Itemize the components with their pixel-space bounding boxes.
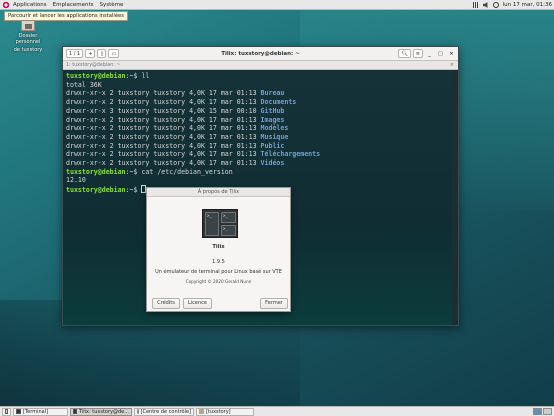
debian-logo-icon[interactable]: [2, 0, 10, 9]
total-line: total 36K: [66, 80, 102, 89]
clock[interactable]: lun 17 mar, 01:36: [503, 2, 552, 8]
menu-systeme[interactable]: Système: [100, 2, 124, 8]
tilix-logo-icon: >_ >_ >_: [202, 209, 238, 238]
prompt-path: :~$: [125, 72, 138, 80]
prompt-path: :~$: [125, 167, 138, 176]
listing-row: drwxr-xr-x 2 tuxstory tuxstory 4,0K 17 m…: [66, 141, 285, 150]
licence-button[interactable]: Licence: [183, 298, 212, 309]
top-panel: Applications Emplacements Système lun 17…: [0, 0, 554, 10]
task-label: [Terminal]: [23, 408, 49, 415]
dir-name: Modèles: [260, 124, 289, 133]
close-icon[interactable]: ×: [447, 49, 456, 58]
dir-name: Public: [260, 141, 285, 150]
gear-icon: [137, 409, 139, 414]
task-tilix[interactable]: Tilix: tuxstory@de...: [70, 407, 132, 416]
tab-close-icon[interactable]: ×: [450, 62, 454, 68]
workspace-1[interactable]: [533, 408, 542, 415]
task-terminal[interactable]: [Terminal]: [13, 407, 68, 416]
home-folder-icon: [21, 20, 35, 31]
credits-button[interactable]: Crédits: [152, 298, 180, 309]
dir-name: Bureau: [260, 89, 285, 98]
dir-name: Documents: [260, 98, 297, 107]
listing-row: drwxr-xr-x 2 tuxstory tuxstory 4,0K 17 m…: [66, 115, 285, 124]
listing-row: drwxr-xr-x 2 tuxstory tuxstory 4,0K 17 m…: [66, 124, 289, 133]
terminal-titlebar[interactable]: 1 / 1 + ▯ ▭ Tilix: tuxstory@debian: ~ 🔍︎…: [63, 47, 458, 61]
prompt-user: tuxstory@debian: [66, 72, 126, 80]
dir-name: Images: [260, 115, 285, 124]
maximize-icon[interactable]: □: [436, 49, 445, 58]
terminal-scrollbar[interactable]: [452, 70, 458, 325]
show-desktop-button[interactable]: [2, 407, 11, 416]
command-1: ll: [137, 72, 150, 80]
command-2-output: 12.10: [66, 176, 86, 185]
listing-row: drwxr-xr-x 3 tuxstory tuxstory 4,0K 15 m…: [66, 106, 285, 115]
listing-row: drwxr-xr-x 2 tuxstory tuxstory 4,0K 17 m…: [66, 132, 289, 141]
about-copyright: Copyright © 2020 Gerald Nunn: [185, 279, 252, 284]
dir-name: Vidéos: [260, 159, 285, 168]
session-switcher-button[interactable]: 1 / 1: [66, 49, 84, 58]
terminal-icon: [16, 409, 21, 414]
folder-icon: [199, 409, 204, 414]
terminal-tab[interactable]: 1: tuxstory@debian: ~: [66, 63, 120, 68]
task-control-center[interactable]: [Centre de contrôle]: [134, 407, 194, 416]
task-label: [Centre de contrôle]: [140, 408, 191, 415]
terminal-tabbar: 1: tuxstory@debian: ~ ×: [63, 61, 458, 70]
prompt-user: tuxstory@debian: [66, 186, 126, 195]
add-session-button[interactable]: +: [85, 49, 96, 58]
menu-icon[interactable]: ≡: [412, 49, 423, 58]
listing-row: drwxr-xr-x 2 tuxstory tuxstory 4,0K 17 m…: [66, 89, 285, 98]
about-dialog: À propos de Tilix >_ >_ >_ Tilix 1.9.5 U…: [146, 187, 291, 312]
prompt-user: tuxstory@debian: [66, 167, 126, 176]
close-button[interactable]: Fermer: [260, 298, 288, 309]
command-2: cat /etc/debian_version: [137, 167, 233, 176]
search-icon[interactable]: 🔍︎: [398, 49, 411, 58]
system-tray: lun 17 mar, 01:36: [472, 0, 552, 10]
about-app-name: Tilix: [212, 244, 225, 250]
desktop-icon: [5, 409, 8, 414]
menu-emplacements[interactable]: Emplacements: [53, 2, 94, 8]
desktop-icon-label-line1: Dossier personnel: [15, 33, 41, 45]
dir-name: Musique: [260, 132, 289, 141]
desktop-icon-label-line2: de tuxstory: [13, 47, 43, 53]
listing-row: drwxr-xr-x 2 tuxstory tuxstory 4,0K 17 m…: [66, 159, 285, 168]
workspace-switcher: [533, 408, 552, 415]
task-files[interactable]: [tuxstory]: [196, 407, 254, 416]
dir-name: Téléchargements: [260, 150, 321, 159]
about-description: Un émulateur de terminal pour Linux basé…: [155, 269, 282, 275]
power-icon[interactable]: [492, 2, 499, 8]
menu-applications[interactable]: Applications: [13, 2, 47, 8]
listing-row: drwxr-xr-x 2 tuxstory tuxstory 4,0K 17 m…: [66, 98, 297, 107]
desktop-home-folder[interactable]: Dossier personnel de tuxstory: [8, 20, 48, 53]
split-down-icon[interactable]: ▭: [108, 49, 120, 58]
dir-name: GitHub: [260, 106, 285, 115]
about-version: 1.9.5: [212, 259, 225, 265]
terminal-icon: [73, 409, 77, 414]
task-label: Tilix: tuxstory@de...: [78, 408, 129, 415]
prompt-path: :~$: [125, 186, 138, 195]
volume-icon[interactable]: [482, 2, 488, 8]
listing-row: drwxr-xr-x 2 tuxstory tuxstory 4,0K 17 m…: [66, 150, 321, 159]
split-right-icon[interactable]: ▯: [97, 49, 107, 58]
workspace-2[interactable]: [543, 408, 552, 415]
network-icon[interactable]: [472, 2, 479, 8]
bottom-taskbar: [Terminal] Tilix: tuxstory@de... [Centre…: [0, 406, 554, 416]
minimize-icon[interactable]: _: [425, 49, 434, 58]
task-label: [tuxstory]: [206, 408, 231, 415]
about-dialog-title[interactable]: À propos de Tilix: [147, 188, 290, 197]
